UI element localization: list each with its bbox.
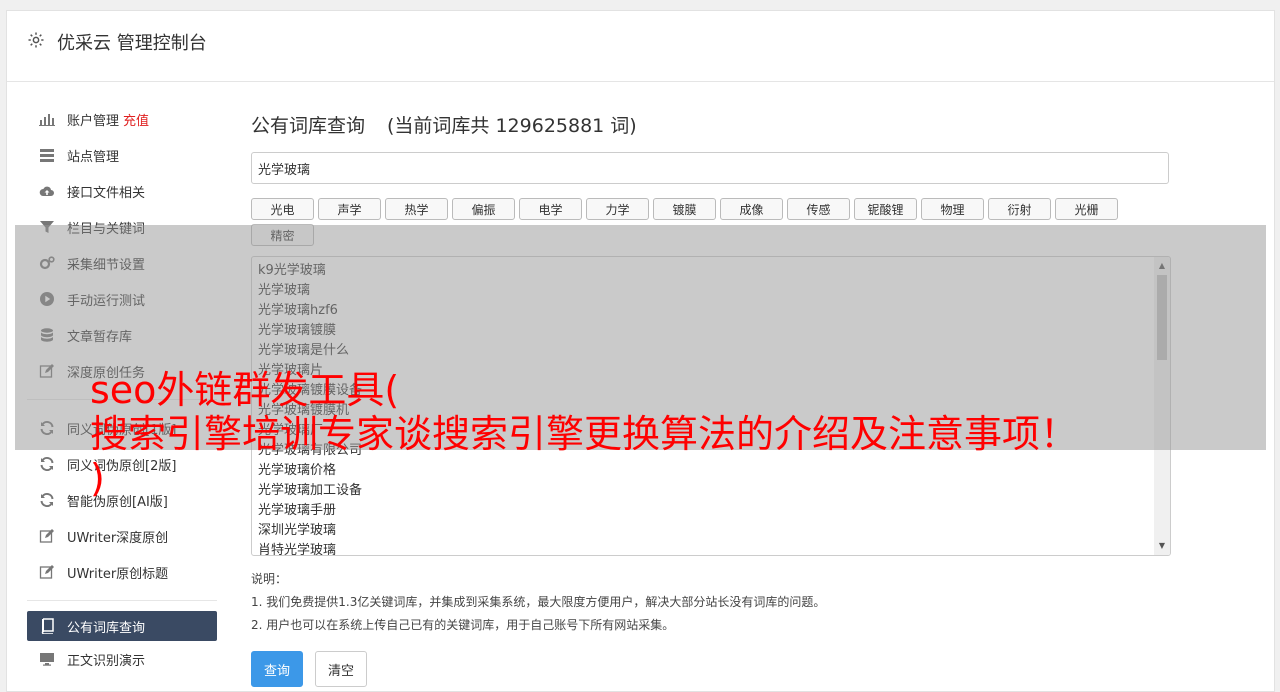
- banner-line: seo外链群发工具(: [90, 368, 400, 412]
- tag-button[interactable]: 电学: [519, 198, 582, 220]
- list-item: 深圳光学玻璃: [258, 523, 337, 538]
- tag-button[interactable]: 成像: [720, 198, 783, 220]
- tag-button[interactable]: 偏振: [452, 198, 515, 220]
- gear-icon: [27, 31, 45, 49]
- sidebar-item-label: 站点管理: [67, 149, 120, 165]
- sidebar-item-account[interactable]: 账户管理 充值: [27, 101, 217, 137]
- list-item: 光学玻璃手册: [258, 503, 337, 518]
- note-line: 1. 我们免费提供1.3亿关键词库，并集成到采集系统，最大限度方便用户，解决大部…: [251, 595, 826, 609]
- edit-icon: [39, 564, 55, 580]
- tag-button[interactable]: 声学: [318, 198, 381, 220]
- sidebar-divider: [27, 600, 217, 601]
- sidebar-item-public-lexicon[interactable]: 公有词库查询: [27, 611, 217, 641]
- tag-button[interactable]: 力学: [586, 198, 649, 220]
- edit-icon: [39, 528, 55, 544]
- list-item: 肖特光学玻璃: [258, 543, 337, 556]
- banner-line: 搜索引擎培训专家谈搜索引擎更换算法的介绍及注意事项！: [90, 412, 1079, 456]
- refresh-icon: [39, 456, 55, 472]
- sidebar-item-label: 接口文件相关: [67, 185, 146, 201]
- tag-button[interactable]: 传感: [787, 198, 850, 220]
- sidebar-item-label: 公有词库查询: [67, 620, 146, 636]
- sidebar-item-uwriter-deep[interactable]: UWriter深度原创: [27, 518, 217, 554]
- keyword-search-input[interactable]: [251, 152, 1169, 184]
- server-icon: [39, 147, 55, 163]
- header: 优采云 管理控制台: [7, 11, 1274, 82]
- banner-line: ): [90, 456, 105, 500]
- tag-button[interactable]: 物理: [921, 198, 984, 220]
- sidebar-item-uwriter-title[interactable]: UWriter原创标题: [27, 554, 217, 590]
- note-line: 2. 用户也可以在系统上传自己已有的关键词库，用于自己账号下所有网站采集。: [251, 618, 675, 632]
- bar-chart-icon: [39, 111, 55, 127]
- tag-button[interactable]: 光电: [251, 198, 314, 220]
- sidebar-item-sites[interactable]: 站点管理: [27, 137, 217, 173]
- overlay-banner-text: seo外链群发工具( 搜索引擎培训专家谈搜索引擎更换算法的介绍及注意事项！ ): [90, 368, 1240, 500]
- book-icon: [39, 618, 55, 634]
- monitor-icon: [39, 651, 55, 667]
- sidebar-item-text-recognition[interactable]: 正文识别演示: [27, 641, 217, 677]
- recharge-link[interactable]: 充值: [123, 110, 149, 129]
- action-buttons: 查询 清空: [251, 651, 1171, 687]
- sidebar-item-label: UWriter原创标题: [67, 566, 169, 582]
- tag-button[interactable]: 镀膜: [653, 198, 716, 220]
- notes: 说明： 1. 我们免费提供1.3亿关键词库，并集成到采集系统，最大限度方便用户，…: [251, 568, 1171, 637]
- refresh-icon: [39, 492, 55, 508]
- lexicon-count: (当前词库共 129625881 词): [387, 115, 637, 137]
- tag-button[interactable]: 铌酸锂: [854, 198, 917, 220]
- console-title: 优采云 管理控制台: [57, 33, 207, 54]
- sidebar-item-label: 正文识别演示: [67, 653, 146, 669]
- tag-button[interactable]: 热学: [385, 198, 448, 220]
- query-button[interactable]: 查询: [251, 651, 304, 687]
- cloud-upload-icon: [39, 183, 55, 199]
- scroll-down-icon[interactable]: ▼: [1157, 541, 1167, 551]
- sidebar-item-label: UWriter深度原创: [67, 530, 169, 546]
- page-title: 公有词库查询 (当前词库共 129625881 词): [251, 111, 1171, 138]
- tag-button[interactable]: 衍射: [988, 198, 1051, 220]
- page-title-text: 公有词库查询: [251, 115, 366, 137]
- sidebar-item-label: 账户管理: [67, 113, 120, 129]
- notes-title: 说明：: [251, 572, 288, 586]
- sidebar-item-interface-files[interactable]: 接口文件相关: [27, 173, 217, 209]
- tag-button[interactable]: 光栅: [1055, 198, 1118, 220]
- clear-button[interactable]: 清空: [315, 651, 368, 687]
